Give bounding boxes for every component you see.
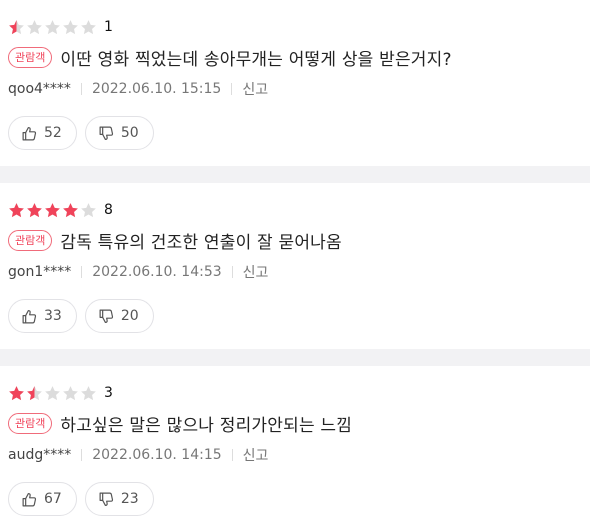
report-link[interactable]: 신고	[243, 262, 269, 282]
star-icon	[81, 202, 96, 217]
review-text: 하고싶은 말은 많으나 정리가안되는 느낌	[60, 415, 353, 436]
divider	[231, 449, 233, 461]
review-meta: qoo4**** 2022.06.10. 15:15 신고	[8, 79, 582, 99]
comment-row: 관람객 감독 특유의 건조한 연출이 잘 묻어나옴	[8, 227, 582, 253]
dislike-button[interactable]: 23	[84, 482, 154, 516]
review-meta: audg**** 2022.06.10. 14:15 신고	[8, 445, 582, 465]
viewer-badge: 관람객	[8, 412, 53, 434]
star-icon	[81, 385, 96, 400]
like-count: 52	[44, 125, 62, 141]
author-id: gon1****	[8, 264, 72, 280]
review-list: 1 관람객 이딴 영화 찍었는데 송아무개는 어떻게 상을 받은거지? qoo4…	[0, 0, 590, 530]
rating-row: 8	[8, 199, 582, 221]
rating-row: 3	[8, 382, 582, 404]
star-icon	[45, 19, 60, 34]
report-link[interactable]: 신고	[242, 79, 268, 99]
review-date: 2022.06.10. 14:15	[92, 447, 222, 463]
star-icon	[27, 19, 42, 34]
divider	[231, 83, 233, 95]
like-count: 33	[44, 308, 62, 324]
viewer-badge: 관람객	[8, 229, 53, 251]
star-icon	[63, 19, 78, 34]
star-icon	[27, 385, 42, 400]
thumbs-down-icon	[99, 309, 113, 323]
review-actions: 33 20	[8, 299, 582, 333]
like-button[interactable]: 33	[8, 299, 77, 333]
dislike-button[interactable]: 50	[84, 116, 154, 150]
divider	[231, 266, 233, 278]
viewer-badge: 관람객	[8, 46, 53, 68]
star-icon	[63, 202, 78, 217]
star-icon	[81, 19, 96, 34]
star-rating	[8, 385, 97, 402]
star-icon	[9, 19, 24, 34]
like-button[interactable]: 52	[8, 116, 77, 150]
star-icon	[9, 202, 24, 217]
star-icon	[45, 202, 60, 217]
review-text: 감독 특유의 건조한 연출이 잘 묻어나옴	[60, 232, 342, 253]
review-actions: 67 23	[8, 482, 582, 516]
star-icon	[63, 385, 78, 400]
dislike-count: 20	[120, 308, 139, 324]
comment-row: 관람객 하고싶은 말은 많으나 정리가안되는 느낌	[8, 410, 582, 436]
review-meta: gon1**** 2022.06.10. 14:53 신고	[8, 262, 582, 282]
like-count: 67	[44, 491, 62, 507]
like-button[interactable]: 67	[8, 482, 77, 516]
review-card: 1 관람객 이딴 영화 찍었는데 송아무개는 어떻게 상을 받은거지? qoo4…	[0, 0, 590, 166]
dislike-count: 50	[120, 125, 139, 141]
star-rating	[8, 202, 97, 219]
review-card: 3 관람객 하고싶은 말은 많으나 정리가안되는 느낌 audg**** 202…	[0, 366, 590, 530]
star-rating	[8, 19, 97, 36]
author-id: audg****	[8, 447, 72, 463]
report-link[interactable]: 신고	[243, 445, 269, 465]
thumbs-up-icon	[22, 492, 37, 506]
star-icon	[27, 202, 42, 217]
thumbs-up-icon	[22, 309, 37, 323]
divider	[80, 83, 82, 95]
divider	[81, 266, 83, 278]
rating-score: 8	[104, 202, 113, 218]
thumbs-down-icon	[99, 126, 113, 140]
review-card: 8 관람객 감독 특유의 건조한 연출이 잘 묻어나옴 gon1**** 202…	[0, 183, 590, 349]
thumbs-down-icon	[99, 492, 113, 506]
thumbs-up-icon	[22, 126, 37, 140]
star-icon	[9, 385, 24, 400]
dislike-count: 23	[120, 491, 139, 507]
rating-row: 1	[8, 16, 582, 38]
star-icon	[45, 385, 60, 400]
divider	[81, 449, 83, 461]
author-id: qoo4****	[8, 81, 71, 97]
review-date: 2022.06.10. 14:53	[92, 264, 222, 280]
dislike-button[interactable]: 20	[84, 299, 154, 333]
review-actions: 52 50	[8, 116, 582, 150]
rating-score: 1	[104, 19, 113, 35]
comment-row: 관람객 이딴 영화 찍었는데 송아무개는 어떻게 상을 받은거지?	[8, 44, 582, 70]
review-date: 2022.06.10. 15:15	[91, 81, 222, 97]
rating-score: 3	[104, 385, 113, 401]
review-text: 이딴 영화 찍었는데 송아무개는 어떻게 상을 받은거지?	[60, 49, 452, 70]
